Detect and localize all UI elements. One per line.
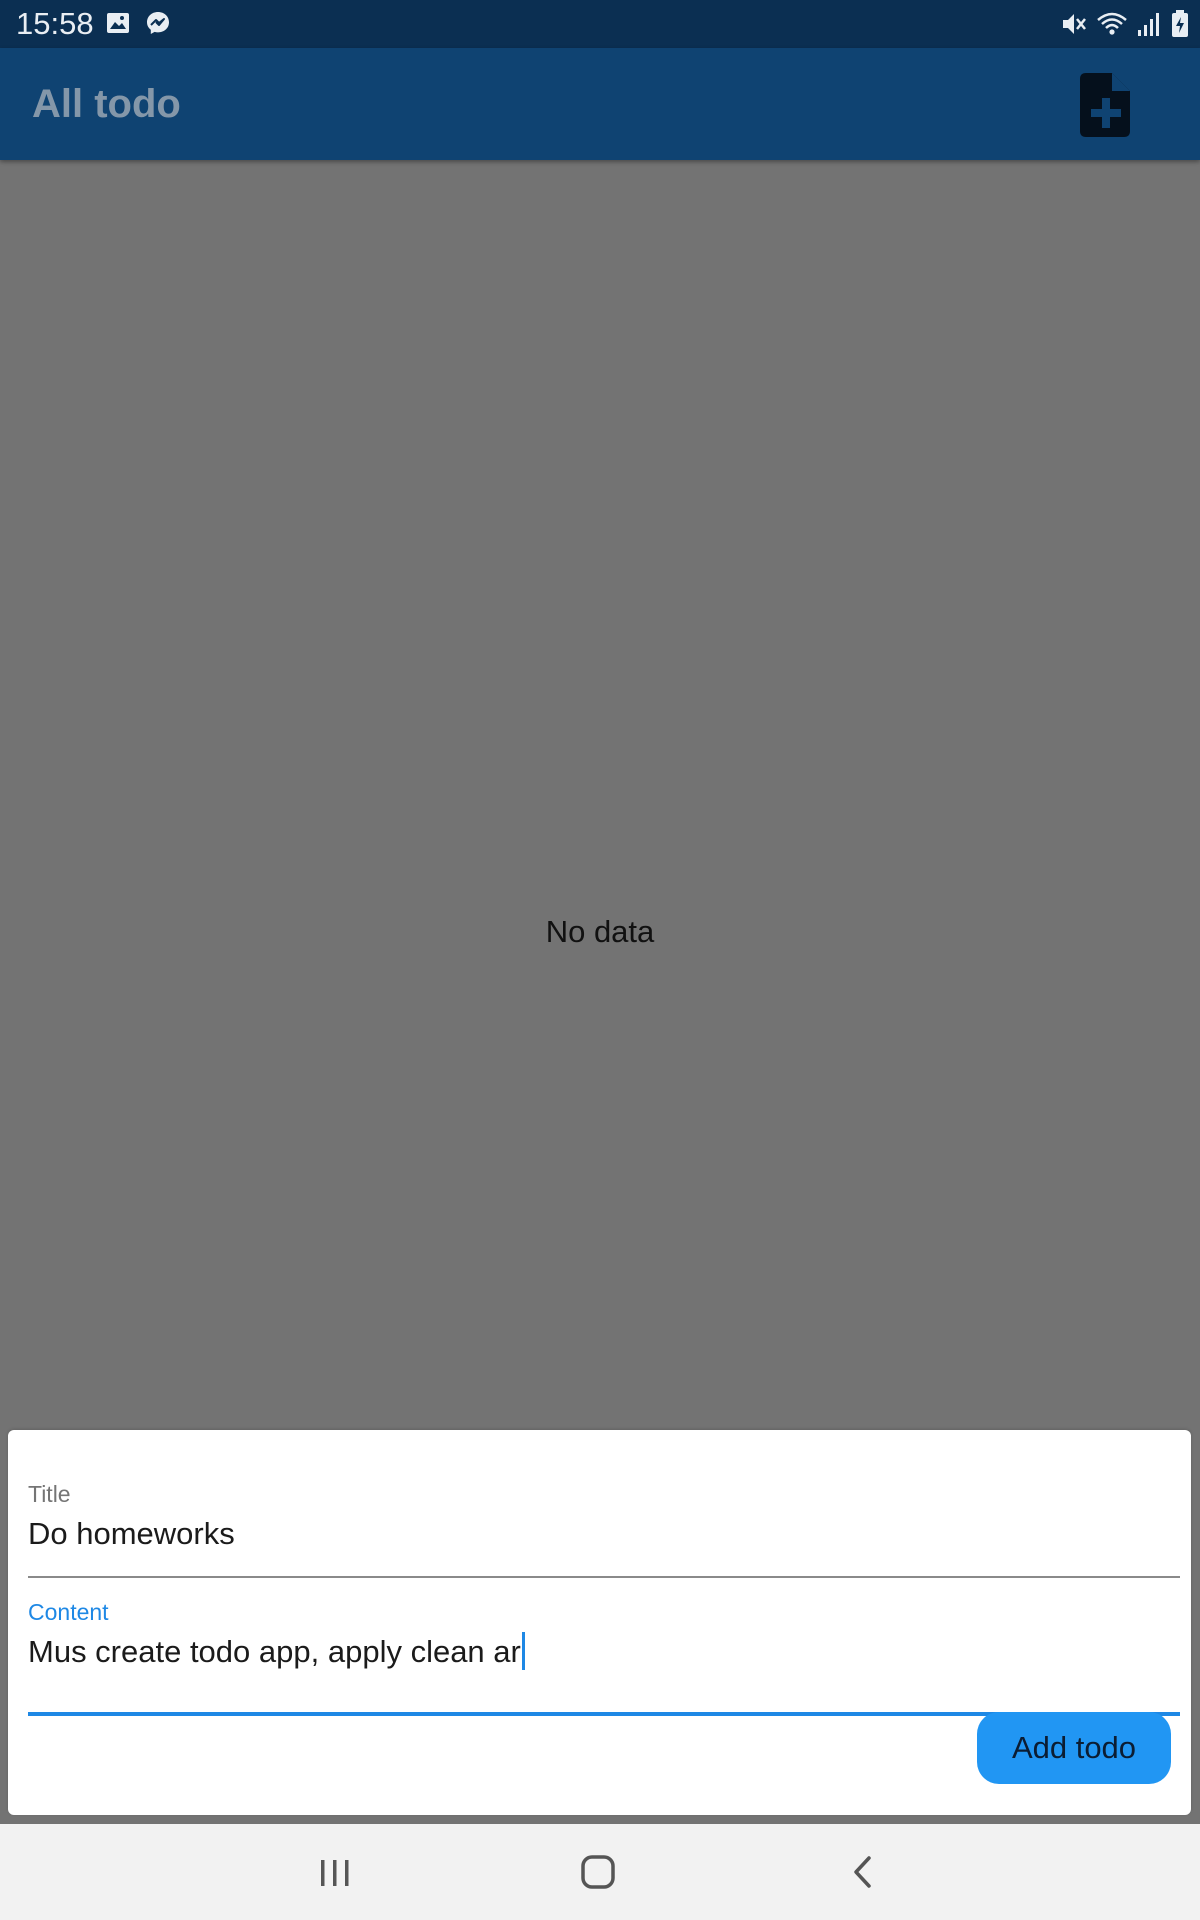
text-caret — [521, 1632, 525, 1670]
add-todo-icon-button[interactable] — [1068, 67, 1144, 143]
mute-icon — [1063, 14, 1086, 34]
title-field-label: Title — [28, 1481, 71, 1507]
title-field-underline — [28, 1576, 1180, 1578]
status-system-icons — [1060, 9, 1190, 39]
signal-icon — [1138, 13, 1159, 36]
back-icon — [854, 1856, 871, 1888]
app-screen: 15:58 All todo No data Title Do homework… — [0, 0, 1200, 1920]
content-field-value-wrap[interactable]: Mus create todo app, apply clean ar — [28, 1632, 525, 1672]
title-field[interactable]: Title Do homeworks — [28, 1476, 1180, 1600]
empty-state-text: No data — [545, 914, 655, 949]
system-navigation-bar — [0, 1824, 1200, 1920]
home-button[interactable] — [568, 1846, 628, 1898]
status-time: 15:58 — [16, 6, 94, 41]
add-todo-button[interactable]: Add todo — [977, 1712, 1171, 1784]
recents-icon — [321, 1860, 349, 1886]
recents-button[interactable] — [305, 1846, 365, 1898]
back-button[interactable] — [833, 1846, 893, 1898]
content-field[interactable]: Content Mus create todo app, apply clean… — [28, 1594, 1180, 1718]
content-field-label: Content — [28, 1599, 109, 1625]
wifi-icon — [1097, 12, 1127, 35]
gallery-icon — [107, 13, 129, 33]
add-todo-sheet: Title Do homeworks Content Mus create to… — [8, 1430, 1191, 1815]
messenger-icon — [147, 12, 169, 34]
home-icon — [581, 1855, 615, 1889]
title-field-value[interactable]: Do homeworks — [28, 1514, 235, 1554]
app-bar: All todo — [0, 48, 1200, 160]
page-title: All todo — [32, 82, 181, 126]
status-notification-icons — [105, 10, 171, 36]
note-add-icon — [1080, 73, 1130, 137]
content-field-value[interactable]: Mus create todo app, apply clean ar — [28, 1634, 521, 1669]
battery-charging-icon — [1172, 10, 1188, 37]
status-bar: 15:58 — [0, 0, 1200, 48]
